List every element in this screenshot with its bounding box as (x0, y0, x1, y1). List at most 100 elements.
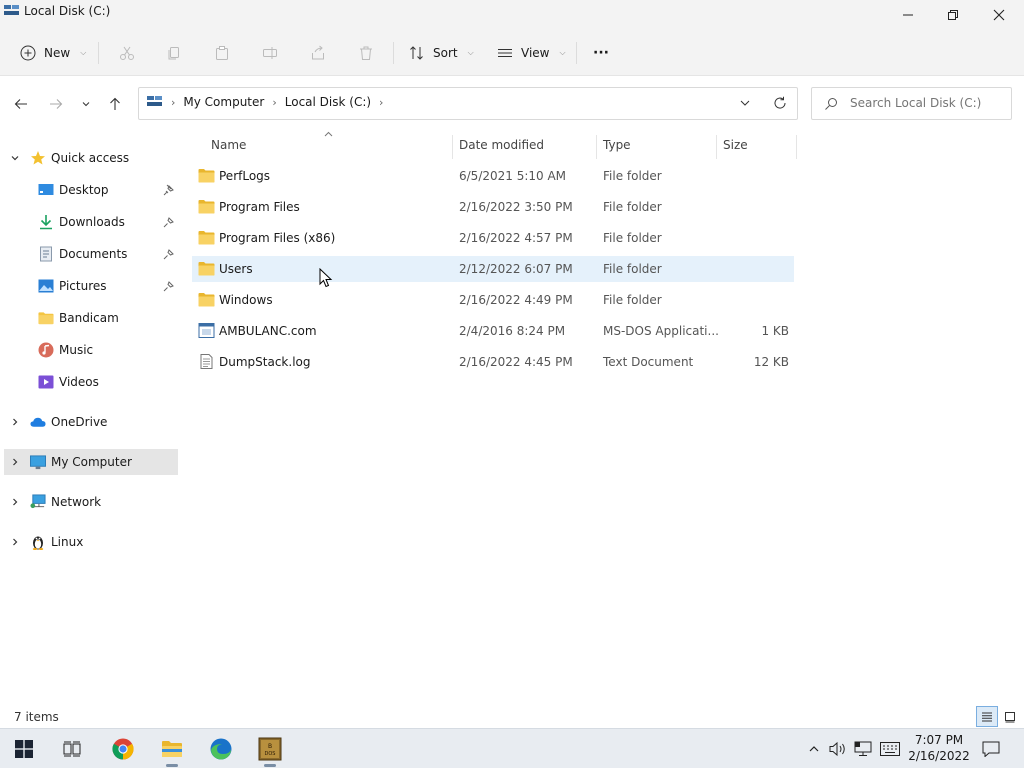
chevron-up-icon (809, 746, 819, 752)
text-file-icon (200, 354, 213, 369)
sidebar-item-pictures[interactable]: Pictures (0, 273, 178, 299)
search-box[interactable] (811, 87, 1012, 120)
file-name: Users (219, 262, 253, 276)
show-hidden-icons-button[interactable] (804, 739, 824, 759)
tiles-view-icon (1005, 711, 1015, 722)
pin-icon[interactable] (163, 184, 175, 196)
sidebar-item-my-computer[interactable]: My Computer (4, 449, 178, 475)
column-divider[interactable] (596, 135, 597, 159)
column-divider[interactable] (796, 135, 797, 159)
system-clock[interactable]: 7:07 PM 2/16/2022 (903, 732, 975, 764)
delete-button[interactable] (351, 38, 381, 68)
notifications-button[interactable] (981, 739, 1001, 759)
close-button[interactable] (976, 0, 1022, 30)
trash-icon (360, 46, 372, 60)
sidebar-item-music[interactable]: Music (0, 337, 178, 363)
view-button[interactable]: View ⌵ (497, 38, 566, 68)
breadcrumb-my-computer[interactable]: My Computer (183, 95, 264, 109)
sidebar-item-network[interactable]: Network (0, 489, 178, 515)
file-date: 2/16/2022 3:50 PM (459, 200, 573, 214)
copy-button[interactable] (159, 38, 189, 68)
more-options-button[interactable]: ··· (586, 38, 616, 68)
sort-button[interactable]: Sort ⌵ (409, 38, 474, 68)
details-view-icon (982, 712, 992, 721)
chrome-icon (112, 738, 134, 760)
sidebar-item-videos[interactable]: Videos (0, 369, 178, 395)
sort-ascending-icon (324, 131, 333, 137)
file-row[interactable]: Users 2/12/2022 6:07 PM File folder (192, 256, 794, 282)
folder-icon (38, 310, 54, 326)
keyboard-button[interactable] (880, 739, 900, 759)
breadcrumb: › My Computer › Local Disk (C:) › (147, 95, 383, 109)
file-row[interactable]: Windows 2/16/2022 4:49 PM File folder (192, 287, 794, 313)
sidebar-label: Linux (51, 535, 84, 549)
forward-button[interactable] (43, 91, 69, 117)
navigation-pane: Quick access Desktop Downloads Documents… (0, 140, 182, 705)
network-status-button[interactable] (853, 739, 873, 759)
chrome-taskbar-button[interactable] (103, 729, 143, 768)
chevron-right-icon[interactable] (10, 417, 20, 427)
task-view-button[interactable] (52, 729, 92, 768)
file-explorer-taskbar-button[interactable] (152, 729, 192, 768)
start-button[interactable] (4, 729, 44, 768)
edge-taskbar-button[interactable] (201, 729, 241, 768)
volume-button[interactable] (828, 739, 848, 759)
column-divider[interactable] (452, 135, 453, 159)
chevron-right-icon[interactable]: › (379, 96, 383, 109)
monitor-icon (30, 454, 46, 470)
share-button[interactable] (303, 38, 333, 68)
file-name: DumpStack.log (219, 355, 311, 369)
sidebar-item-onedrive[interactable]: OneDrive (0, 409, 178, 435)
sidebar-item-desktop[interactable]: Desktop (0, 177, 178, 203)
file-row[interactable]: Program Files (x86) 2/16/2022 4:57 PM Fi… (192, 225, 794, 251)
file-row[interactable]: Program Files 2/16/2022 3:50 PM File fol… (192, 194, 794, 220)
pin-icon[interactable] (163, 248, 175, 260)
sidebar-label: Network (51, 495, 102, 509)
refresh-button[interactable] (773, 96, 787, 113)
address-bar[interactable]: › My Computer › Local Disk (C:) › (138, 87, 798, 120)
paste-button[interactable] (207, 38, 237, 68)
file-name: Program Files (219, 200, 300, 214)
sidebar-item-downloads[interactable]: Downloads (0, 209, 178, 235)
file-row[interactable]: DumpStack.log 2/16/2022 4:45 PM Text Doc… (192, 349, 794, 375)
restore-button[interactable] (930, 0, 976, 30)
sidebar-item-bandicam[interactable]: Bandicam (0, 305, 178, 331)
column-header-date[interactable]: Date modified (459, 131, 544, 159)
back-button[interactable] (8, 91, 34, 117)
cut-button[interactable] (112, 38, 142, 68)
new-button[interactable]: New ⌵ (20, 38, 86, 68)
details-view-button[interactable] (976, 706, 998, 727)
sidebar-item-linux[interactable]: Linux (0, 529, 178, 555)
chevron-right-icon[interactable] (10, 497, 20, 507)
column-header-size[interactable]: Size (723, 131, 748, 159)
up-button[interactable] (102, 91, 128, 117)
file-date: 2/4/2016 8:24 PM (459, 324, 566, 338)
file-row[interactable]: PerfLogs 6/5/2021 5:10 AM File folder (192, 163, 794, 189)
minimize-icon (903, 14, 913, 16)
minimize-button[interactable] (885, 0, 931, 30)
chevron-right-icon[interactable] (10, 537, 20, 547)
file-row[interactable]: AMBULANC.com 2/4/2016 8:24 PM MS-DOS App… (192, 318, 794, 344)
sidebar-item-documents[interactable]: Documents (0, 241, 178, 267)
pin-icon[interactable] (163, 216, 175, 228)
download-icon (38, 214, 54, 230)
file-date: 2/12/2022 6:07 PM (459, 262, 573, 276)
column-divider[interactable] (716, 135, 717, 159)
pin-icon[interactable] (163, 280, 175, 292)
tiles-view-button[interactable] (999, 706, 1021, 727)
ethernet-icon (854, 741, 872, 756)
rename-button[interactable] (255, 38, 285, 68)
recent-locations-button[interactable] (73, 91, 99, 117)
chevron-down-icon[interactable] (10, 153, 20, 163)
address-history-button[interactable] (739, 97, 751, 112)
search-icon (825, 98, 837, 110)
chevron-right-icon[interactable] (10, 457, 20, 467)
sidebar-item-quick-access[interactable]: Quick access (0, 145, 178, 171)
chevron-down-icon (740, 100, 750, 106)
dosbox-taskbar-button[interactable]: B DOS (250, 729, 290, 768)
column-header-type[interactable]: Type (603, 131, 631, 159)
column-header-name[interactable]: Name (211, 131, 246, 159)
search-input[interactable] (850, 96, 1005, 110)
title-bar: Local Disk (C:) (0, 0, 1024, 30)
breadcrumb-local-disk[interactable]: Local Disk (C:) (285, 95, 371, 109)
